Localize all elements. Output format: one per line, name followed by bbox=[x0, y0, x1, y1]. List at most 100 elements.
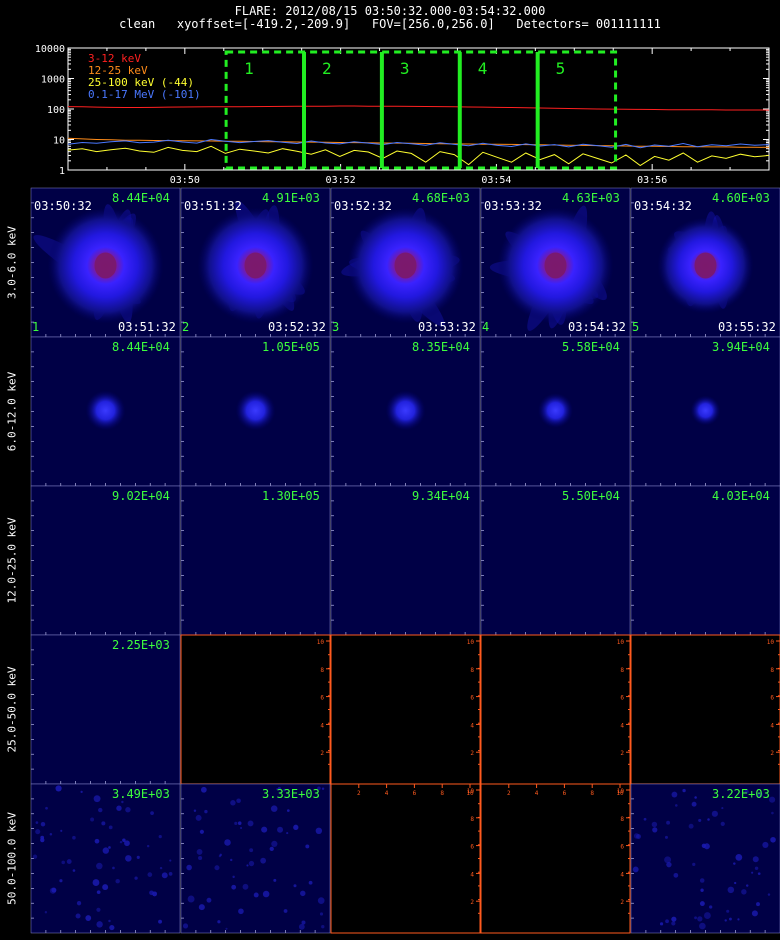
panel-index: 2 bbox=[182, 320, 190, 334]
noise-speck bbox=[94, 838, 100, 844]
blob-streak bbox=[232, 248, 305, 295]
interval-label: 4 bbox=[478, 59, 488, 78]
image-panel bbox=[31, 635, 180, 784]
blob-streak bbox=[489, 259, 600, 283]
noise-speck bbox=[198, 855, 203, 861]
noise-speck bbox=[40, 821, 46, 827]
noise-speck bbox=[666, 820, 671, 825]
panel-end-time: 03:51:32 bbox=[118, 320, 176, 334]
blob-streak bbox=[349, 257, 455, 284]
noise-speck bbox=[116, 805, 122, 811]
empty-axis-label: 8 bbox=[770, 667, 774, 674]
noise-speck bbox=[146, 844, 150, 848]
noise-speck bbox=[115, 878, 120, 884]
blob-streak bbox=[61, 259, 137, 296]
noise-speck bbox=[150, 811, 154, 816]
plot-subtitle: clean xyoffset=[-419.2,-209.9] FOV=[256.… bbox=[119, 17, 661, 31]
noise-speck bbox=[109, 924, 115, 931]
noise-speck bbox=[726, 909, 730, 913]
noise-speck bbox=[675, 804, 678, 807]
empty-axis-label: 8 bbox=[470, 667, 474, 674]
noise-speck bbox=[652, 827, 658, 833]
empty-axis-label: 10 bbox=[617, 639, 625, 646]
noise-speck bbox=[200, 786, 207, 793]
noise-speck bbox=[698, 818, 702, 822]
blob-streak bbox=[341, 244, 446, 277]
empty-panel bbox=[330, 783, 481, 934]
noise-speck bbox=[692, 862, 696, 867]
noise-speck bbox=[206, 897, 212, 903]
noise-speck bbox=[224, 839, 231, 846]
panel-frame bbox=[630, 336, 780, 487]
empty-axis-label: 2 bbox=[470, 750, 474, 757]
image-panel bbox=[631, 784, 780, 933]
blob-streak bbox=[400, 207, 427, 297]
noise-speck bbox=[93, 795, 101, 803]
noise-speck bbox=[633, 833, 640, 839]
noise-speck bbox=[182, 923, 189, 929]
noise-speck bbox=[186, 864, 192, 871]
interval-label: 1 bbox=[244, 59, 254, 78]
noise-speck bbox=[232, 875, 235, 879]
panel-start-time: 03:50:32 bbox=[34, 199, 92, 213]
lightcurve-plot: 10000 1000 100 10 1 03:50 03:52 03:54 03:56 1 2 3 4 5… bbox=[35, 44, 770, 186]
noise-speck bbox=[751, 910, 758, 917]
noise-speck bbox=[247, 820, 254, 827]
panel-max-value: 4.60E+03 bbox=[712, 191, 770, 205]
noise-speck bbox=[286, 809, 290, 812]
noise-speck bbox=[169, 859, 172, 862]
noise-speck bbox=[707, 818, 710, 821]
noise-speck bbox=[198, 904, 205, 911]
x-tick-label: 03:50 bbox=[170, 175, 200, 186]
noise-speck bbox=[32, 854, 38, 859]
row-energy-label: 12.0-25.0 keV bbox=[5, 516, 19, 604]
source-blob bbox=[690, 395, 721, 426]
empty-axis-label: 8 bbox=[470, 816, 474, 823]
blob-streak bbox=[674, 231, 726, 265]
noise-speck bbox=[230, 858, 233, 862]
noise-speck bbox=[59, 879, 63, 883]
noise-speck bbox=[643, 817, 647, 821]
empty-axis-label: 4 bbox=[535, 790, 539, 797]
panel-max-value: 5.50E+04 bbox=[562, 489, 620, 503]
noise-speck bbox=[724, 919, 727, 922]
empty-axis-label: 6 bbox=[470, 695, 474, 702]
blob-streak bbox=[33, 234, 141, 305]
noise-speck bbox=[125, 807, 131, 813]
empty-axis-label: 10 bbox=[616, 790, 624, 797]
empty-panel bbox=[480, 634, 631, 785]
panel-max-value: 8.44E+04 bbox=[112, 191, 170, 205]
empty-axis-label: 6 bbox=[320, 695, 324, 702]
blob-streak bbox=[253, 205, 280, 319]
source-blob bbox=[657, 217, 754, 314]
interval-label: 2 bbox=[322, 59, 332, 78]
noise-speck bbox=[108, 919, 111, 923]
noise-speck bbox=[44, 911, 48, 914]
noise-speck bbox=[305, 844, 310, 849]
blob-streak bbox=[82, 213, 136, 299]
x-tick-label: 03:56 bbox=[637, 175, 667, 186]
noise-speck bbox=[112, 866, 115, 870]
noise-speck bbox=[80, 790, 83, 794]
empty-axis-label: 4 bbox=[770, 722, 774, 729]
image-panel bbox=[181, 486, 330, 635]
blob-streak bbox=[542, 228, 567, 325]
panel-max-value: 1.05E+05 bbox=[262, 340, 320, 354]
noise-speck bbox=[286, 832, 289, 835]
noise-speck bbox=[762, 841, 769, 848]
noise-speck bbox=[158, 919, 163, 924]
y-tick-label: 10 bbox=[53, 136, 65, 147]
panel-start-time: 03:54:32 bbox=[634, 199, 692, 213]
noise-speck bbox=[196, 849, 203, 855]
noise-speck bbox=[703, 912, 711, 919]
panel-max-value: 8.35E+04 bbox=[412, 340, 470, 354]
source-blob bbox=[497, 207, 614, 324]
noise-speck bbox=[125, 855, 132, 862]
source-core bbox=[94, 252, 117, 279]
noise-speck bbox=[697, 916, 703, 922]
panel-frame bbox=[180, 485, 331, 636]
noise-speck bbox=[262, 890, 270, 898]
noise-speck bbox=[711, 810, 718, 817]
noise-speck bbox=[745, 884, 749, 887]
source-blob bbox=[197, 207, 314, 324]
